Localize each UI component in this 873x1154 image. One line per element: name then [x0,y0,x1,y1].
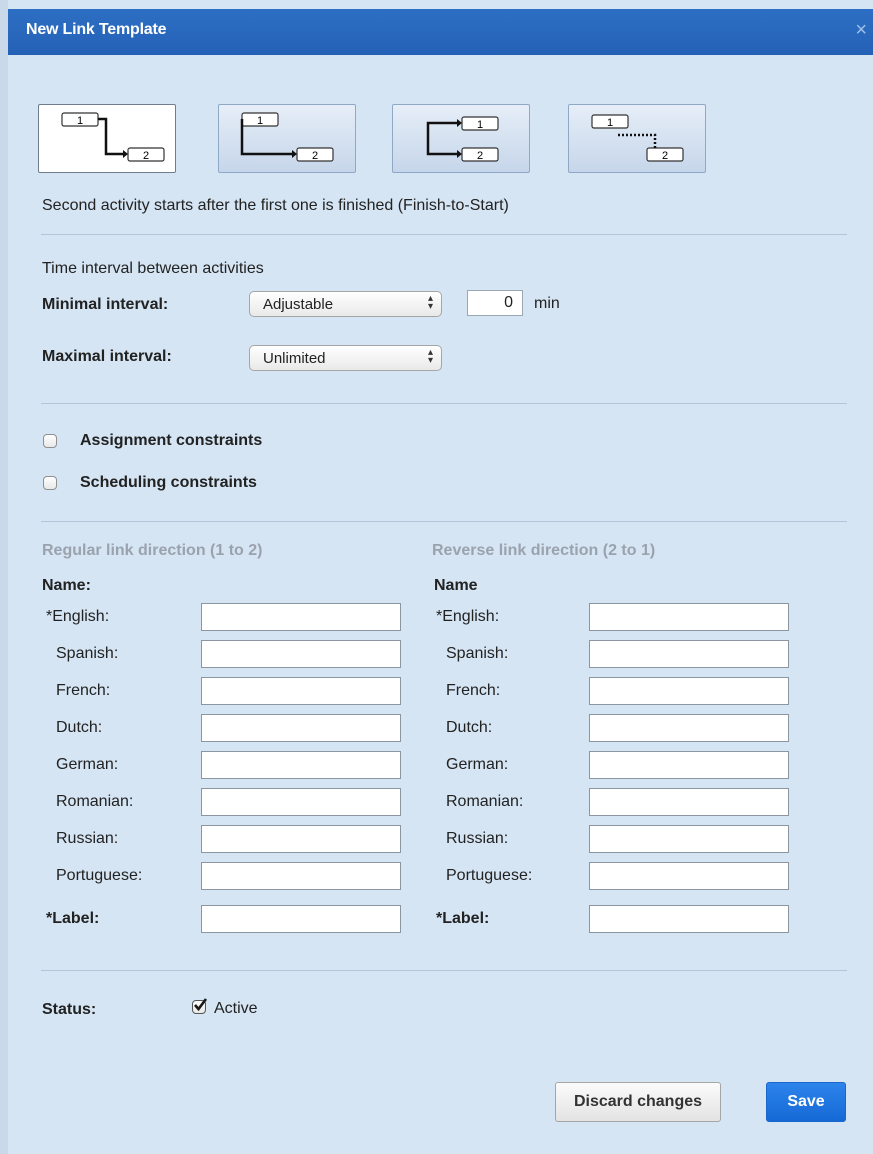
save-button[interactable]: Save [766,1082,846,1122]
link-type-description: Second activity starts after the first o… [42,197,509,214]
dialog-titlebar: New Link Template × [8,9,873,55]
reverse-lang-label: Spanish: [446,645,509,662]
minimal-interval-select[interactable]: Adjustable ▴ ▾ [249,291,442,317]
regular-label-input[interactable] [201,905,401,933]
regular-name-label: Name: [42,577,91,594]
regular-label-label: *Label: [46,910,100,927]
reverse-lang-label: *English: [436,608,500,625]
select-arrows-icon: ▴ ▾ [427,347,433,366]
minimal-interval-value: Adjustable [263,296,334,313]
discard-changes-button[interactable]: Discard changes [555,1082,721,1122]
reverse-romanian-input[interactable] [589,788,789,816]
interval-heading: Time interval between activities [42,260,264,277]
reverse-portuguese-input[interactable] [589,862,789,890]
divider [41,234,847,235]
reverse-lang-label: Romanian: [446,793,524,810]
regular-lang-label: German: [56,756,119,773]
regular-french-input[interactable] [201,677,401,705]
scheduling-constraints-label: Scheduling constraints [80,474,257,491]
reverse-lang-label: French: [446,682,501,699]
reverse-name-label: Name [434,577,478,594]
link-type-finish-to-finish-button[interactable]: 1 2 [392,104,530,173]
maximal-interval-select[interactable]: Unlimited ▴ ▾ [249,345,442,371]
reverse-russian-input[interactable] [589,825,789,853]
reverse-french-input[interactable] [589,677,789,705]
regular-german-input[interactable] [201,751,401,779]
reverse-german-input[interactable] [589,751,789,779]
start-to-start-icon: 1 2 [240,112,334,162]
regular-dutch-input[interactable] [201,714,401,742]
finish-to-start-icon: 1 2 [61,112,165,162]
box1-label: 1 [77,115,83,127]
box1-label: 1 [257,115,263,127]
regular-lang-label: Portuguese: [56,867,143,884]
regular-lang-label: Russian: [56,830,119,847]
minimal-interval-amount-input[interactable]: 0 [467,290,523,316]
box1-label: 1 [477,119,483,131]
box2-label: 2 [312,150,318,162]
divider [41,403,847,404]
box2-label: 2 [477,150,483,162]
minimal-interval-label: Minimal interval: [42,296,169,313]
close-icon[interactable]: × [855,19,867,42]
reverse-lang-label: German: [446,756,509,773]
select-arrows-icon: ▴ ▾ [427,293,433,312]
scheduling-constraints-checkbox[interactable] [43,476,57,490]
reverse-spanish-input[interactable] [589,640,789,668]
regular-english-input[interactable] [201,603,401,631]
assignment-constraints-checkbox[interactable] [43,434,57,448]
divider [41,521,847,522]
box1-label: 1 [607,117,613,129]
minimal-interval-unit: min [534,295,560,312]
regular-lang-label: Romanian: [56,793,134,810]
reverse-label-label: *Label: [436,910,490,927]
box2-label: 2 [143,150,149,162]
regular-romanian-input[interactable] [201,788,401,816]
assignment-constraints-label: Assignment constraints [80,432,263,449]
link-type-start-to-start-button[interactable]: 1 2 [218,104,356,173]
regular-lang-label: Dutch: [56,719,103,736]
reverse-direction-heading: Reverse link direction (2 to 1) [432,542,656,559]
active-checkbox[interactable] [192,998,208,1014]
regular-lang-label: French: [56,682,111,699]
reverse-dutch-input[interactable] [589,714,789,742]
checkmark-icon [194,998,208,1012]
regular-spanish-input[interactable] [201,640,401,668]
regular-lang-label: *English: [46,608,110,625]
regular-portuguese-input[interactable] [201,862,401,890]
box2-label: 2 [662,150,668,162]
regular-lang-label: Spanish: [56,645,119,662]
reverse-lang-label: Dutch: [446,719,493,736]
finish-to-finish-icon: 1 2 [426,116,499,162]
regular-direction-heading: Regular link direction (1 to 2) [42,542,263,559]
new-link-template-dialog: New Link Template × 1 2 1 2 1 2 1 2 Seco… [0,0,873,1154]
dialog-body: 1 2 1 2 1 2 1 2 Second activity starts a… [8,55,873,1154]
link-type-finish-to-start-button[interactable]: 1 2 [38,104,176,173]
reverse-lang-label: Russian: [446,830,509,847]
maximal-interval-value: Unlimited [263,350,326,367]
reverse-lang-label: Portuguese: [446,867,533,884]
link-type-custom-dotted-button[interactable]: 1 2 [568,104,706,173]
regular-russian-input[interactable] [201,825,401,853]
dialog-left-edge [0,0,8,1154]
status-label: Status: [42,1001,97,1018]
divider [41,970,847,971]
reverse-label-input[interactable] [589,905,789,933]
dialog-title: New Link Template [26,21,167,38]
reverse-english-input[interactable] [589,603,789,631]
maximal-interval-label: Maximal interval: [42,348,172,365]
dotted-link-icon: 1 2 [591,114,684,162]
active-label: Active [214,1000,258,1017]
